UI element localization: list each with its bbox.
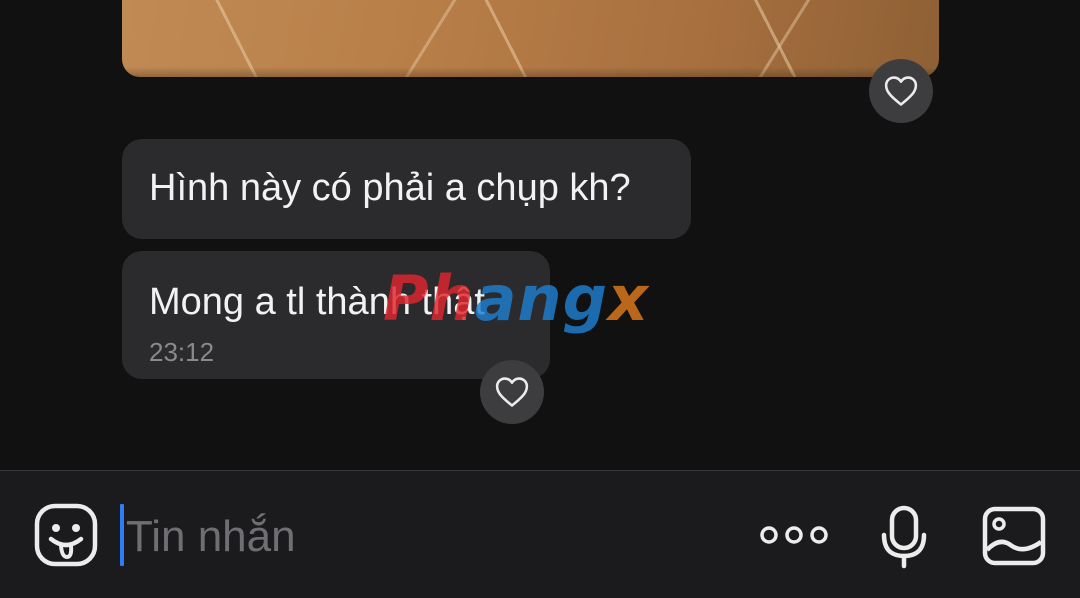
- more-dots-icon[interactable]: [758, 521, 830, 549]
- message-input-placeholder: Tin nhắn: [126, 512, 296, 561]
- message-bubble[interactable]: Hình này có phải a chụp kh?: [122, 139, 691, 239]
- watermark-part: x: [607, 262, 649, 335]
- photo-attachment[interactable]: [122, 0, 939, 77]
- watermark-logo: Phangx: [383, 262, 649, 335]
- sticker-face-icon[interactable]: [34, 503, 98, 567]
- like-message-button[interactable]: [480, 360, 544, 424]
- watermark-part: Ph: [383, 262, 475, 335]
- message-text: Hình này có phải a chụp kh?: [149, 167, 631, 209]
- like-photo-button[interactable]: [869, 59, 933, 123]
- heart-icon: [495, 377, 529, 407]
- microphone-icon[interactable]: [880, 505, 928, 569]
- heart-icon: [884, 76, 918, 106]
- watermark-part: ang: [474, 262, 608, 335]
- message-timestamp: 23:12: [149, 337, 215, 367]
- image-gallery-icon[interactable]: [982, 506, 1046, 566]
